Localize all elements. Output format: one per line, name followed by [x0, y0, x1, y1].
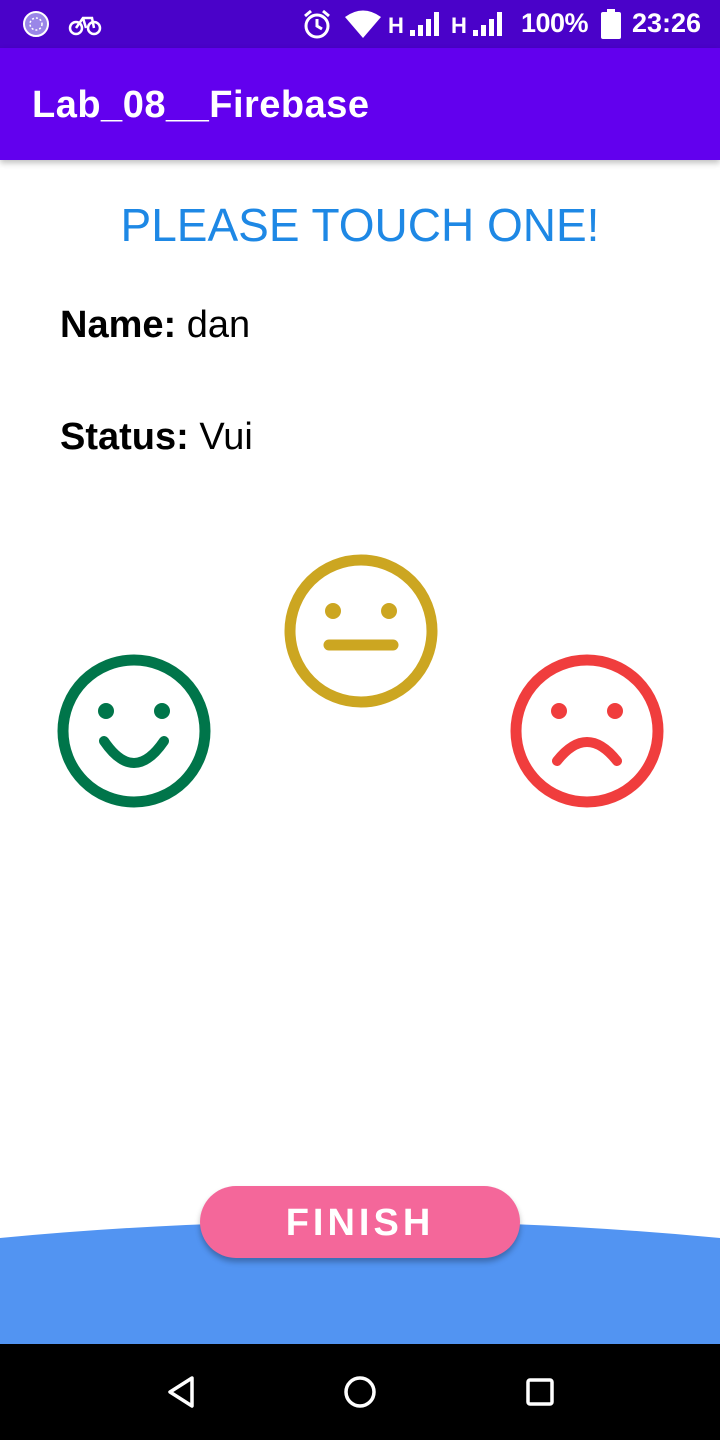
name-row: Name: dan [60, 304, 250, 347]
neutral-face-icon[interactable] [283, 553, 439, 709]
signal-bars-icon [410, 12, 439, 36]
status-label: Status: [60, 416, 189, 458]
sync-icon [23, 11, 49, 37]
battery-percent: 100% [521, 8, 589, 38]
alarm-icon [304, 9, 330, 39]
network-type-label: H [451, 13, 467, 38]
prompt-text: PLEASE TOUCH ONE! [120, 199, 600, 251]
network-type-label: H [388, 13, 404, 38]
home-icon[interactable] [342, 1374, 378, 1410]
navigation-bar [0, 1344, 720, 1440]
app-title: Lab_08__Firebase [32, 84, 370, 126]
sad-face-icon[interactable] [509, 653, 665, 809]
name-value: dan [186, 304, 251, 346]
cell-signal-2: H [451, 10, 511, 38]
happy-face-icon[interactable] [56, 653, 212, 809]
back-icon[interactable] [164, 1374, 198, 1410]
status-value: Vui [199, 416, 253, 458]
recents-icon[interactable] [524, 1376, 556, 1408]
cell-signal-1: H [388, 10, 448, 38]
bike-icon [68, 16, 102, 36]
status-bar: H H 100% 23:26 [0, 0, 720, 48]
status-row: Status: Vui [60, 416, 253, 459]
finish-button[interactable]: FINISH [200, 1186, 520, 1258]
signal-bars-icon [473, 12, 502, 36]
app-bar: Lab_08__Firebase [0, 48, 720, 160]
clock: 23:26 [632, 8, 702, 38]
battery-icon [601, 9, 621, 39]
wifi-icon [345, 10, 381, 38]
name-label: Name: [60, 304, 177, 346]
